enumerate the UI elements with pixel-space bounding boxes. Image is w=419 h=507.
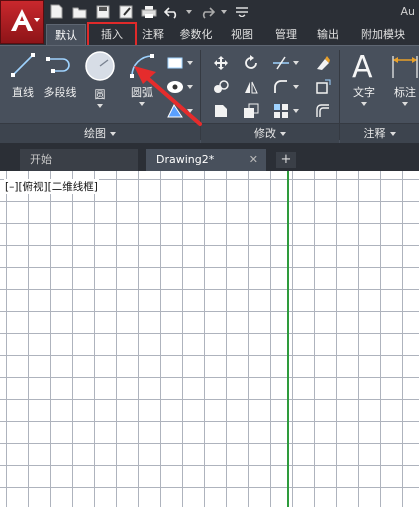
chevron-down-icon [280,132,286,136]
svg-text:A: A [352,50,373,80]
document-tab-bar: 开始 Drawing2* ✕ + [0,143,419,171]
tab-addins[interactable]: 附加模块 [355,24,411,45]
polyline-label: 多段线 [43,86,77,99]
chevron-down-icon[interactable] [292,54,300,72]
tab-view[interactable]: 视图 [226,24,258,45]
autocad-logo-icon [11,9,33,31]
undo-icon[interactable] [163,3,180,20]
chevron-down-icon[interactable] [186,102,194,120]
drawing-canvas[interactable]: [–][俯视][二维线框] [0,171,419,507]
chevron-down-icon [34,18,40,22]
y-axis-line [287,171,289,507]
rectangle-icon[interactable] [166,54,184,72]
fillet-icon[interactable] [272,78,290,96]
array-icon[interactable] [272,102,290,120]
chevron-down-icon[interactable] [292,78,300,96]
viewport-controls[interactable]: [–][俯视][二维线框] [4,179,99,194]
doc-tab-start[interactable]: 开始 [20,149,138,171]
tab-output[interactable]: 输出 [312,24,344,45]
ribbon-panels: 直线 多段线 圆 圆弧 绘图 修改 A 文字 标注 注释 [0,45,419,143]
line-icon [11,53,35,77]
chevron-down-icon[interactable] [186,54,194,72]
redo-icon[interactable] [198,3,215,20]
tab-annotate[interactable]: 注释 [137,24,169,45]
workspace-icon[interactable] [233,3,250,20]
close-icon[interactable]: ✕ [249,149,258,171]
copy-icon[interactable] [212,78,230,96]
modify-panel-title[interactable]: 修改 [201,123,339,143]
doc-tab-drawing[interactable]: Drawing2* ✕ [146,149,266,171]
chevron-down-icon[interactable] [361,102,367,106]
chevron-down-icon[interactable] [139,102,145,106]
dropdown-caret-icon[interactable] [186,3,192,20]
erase-icon[interactable] [314,54,332,72]
mirror-icon[interactable] [242,78,260,96]
ribbon-tab-bar: 默认 插入 注释 参数化 视图 管理 输出 附加模块 [0,22,419,47]
stretch-icon[interactable] [212,102,230,120]
circle-tool-button[interactable]: 圆 [82,50,118,108]
gradient-icon[interactable] [166,102,184,120]
hatch-icon[interactable] [166,78,184,96]
polyline-tool-button[interactable]: 多段线 [40,50,80,100]
arc-tool-button[interactable]: 圆弧 [124,50,160,106]
text-icon: A [352,50,373,80]
dimension-label: 标注 [394,84,416,106]
dropdown-caret-icon[interactable] [221,3,227,20]
dimension-icon [392,56,418,78]
chevron-down-icon[interactable] [186,78,194,96]
tab-manage[interactable]: 管理 [270,24,302,45]
chevron-down-icon [110,132,116,136]
trim-icon[interactable] [272,54,290,72]
text-label: 文字 [353,84,375,106]
quick-access-toolbar [48,3,250,20]
tab-parametric[interactable]: 参数化 [173,24,219,45]
print-icon[interactable] [140,3,157,20]
circle-label: 圆 [95,86,106,108]
chevron-down-icon[interactable] [292,102,300,120]
annotation-panel-title[interactable]: 注释 [340,123,419,143]
offset-icon[interactable] [314,102,332,120]
dimension-tool-button[interactable]: 标注 [388,50,419,106]
explode-icon[interactable] [314,78,332,96]
title-bar: Au [0,0,419,44]
arc-label: 圆弧 [131,84,153,106]
saveas-icon[interactable] [117,3,134,20]
save-icon[interactable] [94,3,111,20]
doc-tab-drawing-label: Drawing2* [156,153,215,166]
new-icon[interactable] [48,3,65,20]
tab-insert[interactable]: 插入 [87,22,137,47]
chevron-down-icon[interactable] [97,104,103,108]
window-title: Au [400,5,416,18]
text-tool-button[interactable]: A 文字 [348,50,380,106]
chevron-down-icon[interactable] [402,102,408,106]
chevron-down-icon [389,132,396,136]
line-label: 直线 [12,86,34,99]
new-tab-button[interactable]: + [276,152,296,168]
circle-icon [85,51,115,81]
open-icon[interactable] [71,3,88,20]
line-tool-button[interactable]: 直线 [6,50,40,100]
polyline-icon [46,57,70,73]
draw-panel-title[interactable]: 绘图 [0,123,200,143]
tab-default[interactable]: 默认 [46,24,86,45]
rotate-icon[interactable] [242,54,260,72]
arc-icon [130,54,154,78]
application-menu-button[interactable] [0,0,44,44]
move-icon[interactable] [212,54,230,72]
scale-icon[interactable] [242,102,260,120]
